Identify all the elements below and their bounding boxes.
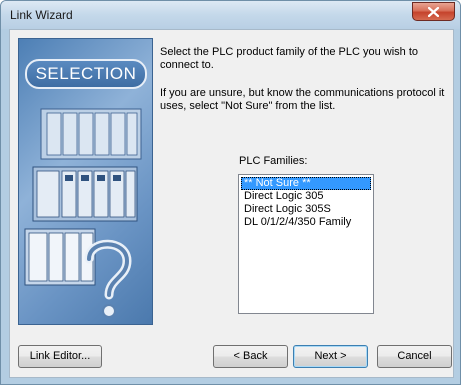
- instruction-text: Select the PLC product family of the PLC…: [160, 46, 419, 71]
- list-item-dl-family[interactable]: DL 0/1/2/4/350 Family: [241, 216, 354, 229]
- wizard-body: SELECTION Select the PLC product family …: [9, 29, 454, 378]
- help-text: If you are unsure, but know the communic…: [160, 87, 445, 112]
- close-icon: [428, 7, 439, 17]
- link-wizard-window: Link Wizard SELECTION Select the PLC pro…: [0, 0, 461, 385]
- plc-families-label: PLC Families:: [239, 155, 308, 167]
- selection-badge: SELECTION: [25, 59, 147, 89]
- list-item-direct-logic-305[interactable]: Direct Logic 305: [241, 190, 327, 203]
- close-button[interactable]: [412, 2, 455, 21]
- link-editor-button[interactable]: Link Editor...: [18, 345, 102, 368]
- selection-badge-text: SELECTION: [35, 64, 137, 83]
- list-item-direct-logic-305s[interactable]: Direct Logic 305S: [241, 203, 334, 216]
- selection-banner-image: SELECTION: [18, 38, 153, 325]
- cancel-button[interactable]: Cancel: [377, 345, 452, 368]
- list-item-not-sure[interactable]: ** Not Sure **: [241, 177, 371, 190]
- window-title: Link Wizard: [10, 8, 73, 22]
- back-button[interactable]: < Back: [213, 345, 288, 368]
- plc-families-listbox[interactable]: ** Not Sure ** Direct Logic 305 Direct L…: [238, 174, 374, 314]
- plc-hardware-illustration: [24, 108, 142, 318]
- title-bar[interactable]: Link Wizard: [1, 1, 460, 29]
- next-button[interactable]: Next >: [293, 345, 368, 368]
